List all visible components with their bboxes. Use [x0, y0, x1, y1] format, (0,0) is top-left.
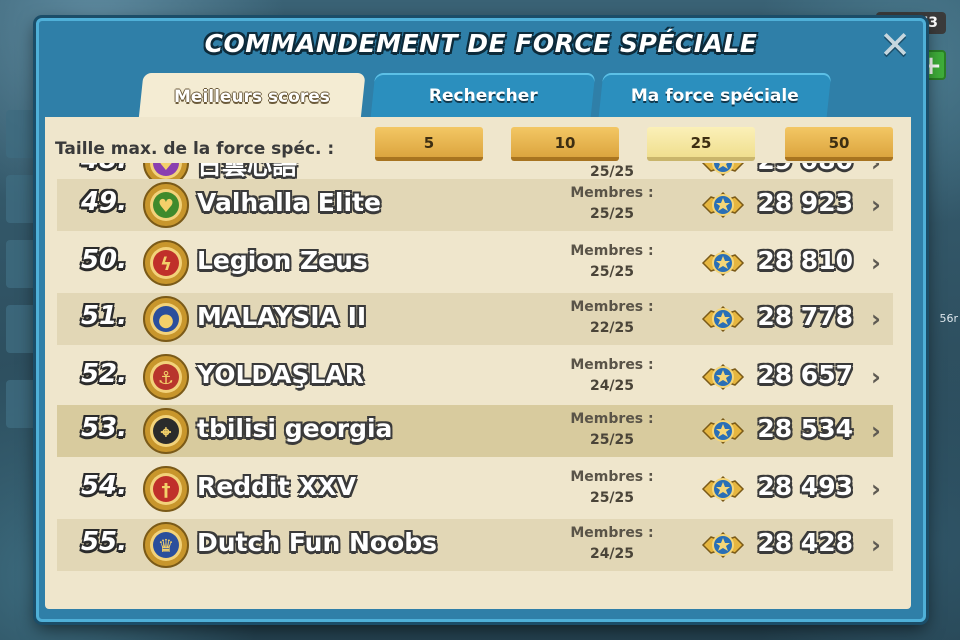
- tab-label: Meilleurs scores: [174, 87, 330, 107]
- close-icon[interactable]: ✕: [875, 25, 915, 65]
- row-score: 28 428: [757, 528, 853, 557]
- members-count: 25/25: [589, 164, 635, 180]
- svg-text:†: †: [162, 480, 171, 501]
- row-rank: 48.: [67, 163, 127, 175]
- row-score: 28 534: [757, 414, 853, 443]
- task-force-name: tbilisi georgia: [197, 414, 393, 443]
- members-label: Membres :: [570, 185, 654, 201]
- chevron-right-icon[interactable]: ›: [869, 475, 883, 503]
- chevron-right-icon[interactable]: ›: [869, 249, 883, 277]
- row-rank: 50.: [80, 245, 127, 275]
- leaderboard-row[interactable]: 55. ♛ Dutch Fun Noobs Membres : 24/25 28 428 ›: [57, 519, 893, 571]
- tab-my-task-force[interactable]: Ma force spéciale: [598, 73, 832, 117]
- score-medal-icon: [701, 191, 745, 219]
- task-force-name: Valhalla Elite: [197, 188, 381, 217]
- leaderboard-row[interactable]: 50. ϟ Legion Zeus Membres : 25/25 28 810 ›: [57, 237, 893, 289]
- leaderboard-content: Taille max. de la force spéc. : 5 10 25 …: [45, 117, 911, 609]
- score-medal-icon: [701, 475, 745, 503]
- leaderboard-row[interactable]: 49. ♥ Valhalla Elite Membres : 25/25 28 923 ›: [57, 179, 893, 231]
- chevron-right-icon[interactable]: ›: [869, 531, 883, 559]
- members-count: 24/25: [589, 546, 635, 562]
- side-menu-button[interactable]: [6, 240, 38, 288]
- dagger-emblem-icon: †: [143, 466, 189, 512]
- leaderboard-row[interactable]: 51. ● MALAYSIA II Membres : 22/25 28 778 ›: [57, 293, 893, 345]
- members-label: Membres :: [570, 299, 654, 315]
- crown-emblem-icon: ♛: [143, 522, 189, 568]
- row-rank: 49.: [80, 187, 127, 217]
- chevron-right-icon[interactable]: ›: [869, 417, 883, 445]
- row-score: 28 778: [757, 302, 853, 331]
- score-medal-icon: [701, 531, 745, 559]
- size-5-button[interactable]: 5: [375, 127, 483, 161]
- svg-text:●: ●: [158, 310, 174, 331]
- score-medal-icon: [701, 305, 745, 333]
- anchor-emblem-icon: ⚓: [143, 354, 189, 400]
- leaderboard-list: 48.♥日雲心語Membres :25/2529 080›49.♥Valhall…: [45, 163, 911, 609]
- row-rank: 54.: [80, 471, 127, 501]
- size-10-button[interactable]: 10: [511, 127, 619, 161]
- task-force-name: YOLDAŞLAR: [197, 360, 365, 389]
- task-force-window: COMMANDEMENT DE FORCE SPÉCIALE ✕ Meilleu…: [36, 18, 926, 622]
- window-title: COMMANDEMENT DE FORCE SPÉCIALE: [204, 29, 758, 58]
- row-score: 28 810: [757, 246, 853, 275]
- members-count: 25/25: [589, 432, 635, 448]
- background-label: 56r: [939, 312, 958, 325]
- crosshair-emblem-icon: ⌖: [143, 408, 189, 454]
- tab-label: Rechercher: [428, 86, 538, 106]
- members-label: Membres :: [570, 411, 654, 427]
- row-rank: 53.: [80, 413, 127, 443]
- score-medal-icon: [701, 163, 745, 177]
- task-force-name: Reddit XXV: [197, 472, 357, 501]
- row-rank: 52.: [80, 359, 127, 389]
- members-label: Membres :: [570, 525, 654, 541]
- mail-side-button[interactable]: [6, 380, 38, 428]
- members-count: 22/25: [589, 320, 635, 336]
- lightning-emblem-icon: ϟ: [143, 240, 189, 286]
- row-rank: 51.: [80, 301, 127, 331]
- members-label: Membres :: [570, 357, 654, 373]
- bomb-emblem-icon: ●: [143, 296, 189, 342]
- heart-emblem-icon: ♥: [143, 182, 189, 228]
- score-medal-icon: [701, 417, 745, 445]
- svg-text:⚓: ⚓: [158, 368, 174, 389]
- leaderboard-row[interactable]: 53. ⌖ tbilisi georgia Membres : 25/25 28 534 ›: [57, 405, 893, 457]
- task-force-name: Dutch Fun Noobs: [197, 528, 438, 557]
- members-label: Membres :: [570, 243, 654, 259]
- row-score: 28 657: [757, 360, 853, 389]
- score-medal-icon: [701, 249, 745, 277]
- members-count: 25/25: [589, 264, 635, 280]
- tab-label: Ma force spéciale: [630, 86, 799, 106]
- svg-text:♥: ♥: [158, 196, 174, 217]
- leaderboard-row[interactable]: 54. † Reddit XXV Membres : 25/25 28 493 ›: [57, 463, 893, 515]
- task-force-name: Legion Zeus: [197, 246, 368, 275]
- tab-top-scores[interactable]: Meilleurs scores: [138, 73, 366, 121]
- row-score: 29 080: [749, 163, 853, 175]
- leaderboard-row[interactable]: 52. ⚓ YOLDAŞLAR Membres : 24/25 28 657 ›: [57, 351, 893, 403]
- chevron-right-icon[interactable]: ›: [869, 305, 883, 333]
- svg-text:ϟ: ϟ: [160, 254, 172, 275]
- size-50-button[interactable]: 50: [785, 127, 893, 161]
- settings-side-button[interactable]: [6, 305, 38, 353]
- members-count: 25/25: [589, 206, 635, 222]
- row-score: 28 923: [757, 188, 853, 217]
- svg-text:♥: ♥: [158, 163, 174, 175]
- members-label: Membres :: [570, 469, 654, 485]
- row-rank: 55.: [80, 527, 127, 557]
- members-count: 24/25: [589, 378, 635, 394]
- svg-text:♛: ♛: [158, 536, 174, 557]
- task-force-name: MALAYSIA II: [197, 302, 367, 331]
- chevron-right-icon[interactable]: ›: [869, 191, 883, 219]
- side-menu-button[interactable]: [6, 175, 38, 223]
- members-count: 25/25: [589, 490, 635, 506]
- size-25-button[interactable]: 25: [647, 127, 755, 161]
- score-medal-icon: [701, 363, 745, 391]
- tab-search[interactable]: Rechercher: [370, 73, 596, 117]
- svg-text:⌖: ⌖: [160, 422, 172, 443]
- size-filter-label: Taille max. de la force spéc. :: [55, 139, 335, 159]
- chevron-right-icon[interactable]: ›: [869, 363, 883, 391]
- chevron-right-icon[interactable]: ›: [869, 163, 883, 177]
- row-score: 28 493: [757, 472, 853, 501]
- side-menu-button[interactable]: [6, 110, 38, 158]
